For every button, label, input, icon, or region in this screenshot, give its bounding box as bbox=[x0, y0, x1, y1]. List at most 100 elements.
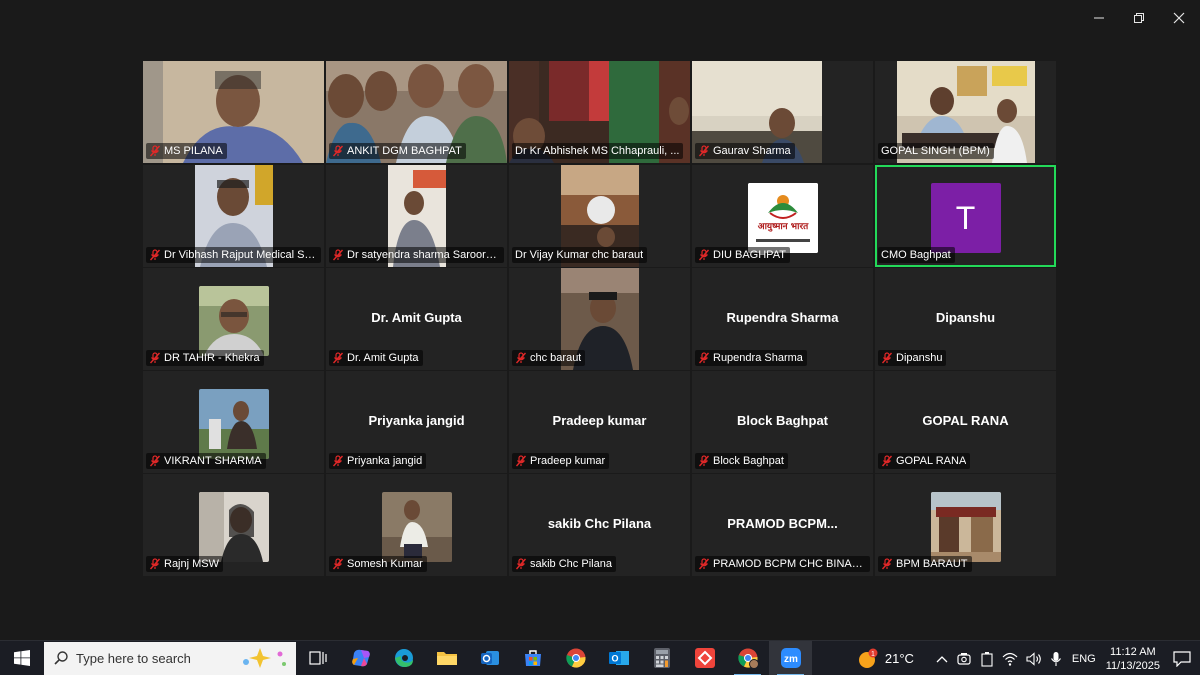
participant-photo-image bbox=[198, 492, 269, 562]
participant-tile[interactable]: Priyanka jangid Priyanka jangid bbox=[326, 371, 507, 473]
weather-temperature: 21°C bbox=[884, 651, 914, 666]
participant-tile[interactable]: Dipanshu Dipanshu bbox=[875, 268, 1056, 370]
participant-display-name: Priyanka jangid bbox=[368, 413, 465, 428]
outlook-button[interactable]: O bbox=[597, 641, 640, 675]
participant-tile[interactable]: Block Baghpat Block Baghpat bbox=[692, 371, 873, 473]
muted-mic-icon bbox=[149, 352, 161, 364]
file-explorer-button[interactable] bbox=[425, 641, 468, 675]
battery-button[interactable] bbox=[976, 641, 998, 675]
participant-name-tag: Somesh Kumar bbox=[329, 556, 427, 572]
participant-name-tag: Dipanshu bbox=[878, 350, 947, 366]
participant-tile[interactable]: Dr Kr Abhishek MS Chhaprauli, ... bbox=[509, 61, 690, 163]
participant-tile[interactable]: ANKIT DGM BAGHPAT bbox=[326, 61, 507, 163]
participant-name: Dipanshu bbox=[896, 352, 943, 364]
task-view-button[interactable] bbox=[296, 641, 339, 675]
participant-photo bbox=[930, 492, 1001, 562]
participant-name-tag: Rajnj MSW bbox=[146, 556, 224, 572]
muted-mic-icon bbox=[149, 249, 161, 261]
zoom-icon: zm bbox=[780, 648, 801, 668]
muted-mic-icon bbox=[332, 249, 344, 261]
task-view-icon bbox=[308, 651, 327, 665]
participant-name-tag: CMO Baghpat bbox=[878, 247, 955, 263]
outlook-new-button[interactable] bbox=[468, 641, 511, 675]
minimize-icon bbox=[1094, 17, 1104, 19]
muted-mic-icon bbox=[515, 352, 527, 364]
weather-widget[interactable]: 1 21°C bbox=[853, 641, 918, 675]
language-indicator[interactable]: ENG bbox=[1066, 641, 1102, 675]
chrome-button[interactable] bbox=[554, 641, 597, 675]
participant-name: Somesh Kumar bbox=[347, 558, 423, 570]
participant-tile[interactable]: Rupendra Sharma Rupendra Sharma bbox=[692, 268, 873, 370]
participant-tile[interactable]: Pradeep kumar Pradeep kumar bbox=[509, 371, 690, 473]
chevron-up-icon bbox=[936, 655, 948, 662]
participant-tile[interactable]: BPM BARAUT bbox=[875, 474, 1056, 576]
participant-tile[interactable]: GOPAL SINGH (BPM) bbox=[875, 61, 1056, 163]
clock[interactable]: 11:12 AM 11/13/2025 bbox=[1102, 641, 1164, 675]
chrome-profile-icon bbox=[737, 648, 759, 669]
participant-tile[interactable]: Dr Vibhash Rajput Medical Supe... bbox=[143, 165, 324, 267]
store-icon bbox=[524, 650, 541, 666]
participant-tile[interactable]: Somesh Kumar bbox=[326, 474, 507, 576]
participant-display-name: GOPAL RANA bbox=[922, 413, 1009, 428]
speaker-icon bbox=[1026, 651, 1041, 666]
meet-now-button[interactable] bbox=[952, 641, 976, 675]
anydesk-icon bbox=[694, 648, 715, 668]
gallery-view: MS PILANA ANKIT DGM BAGHPAT Dr Kr Abhish… bbox=[143, 61, 1057, 577]
microsoft-store-button[interactable] bbox=[511, 641, 554, 675]
participant-photo bbox=[198, 286, 269, 356]
participant-name: Rupendra Sharma bbox=[713, 352, 803, 364]
participant-name: Dr Vibhash Rajput Medical Supe... bbox=[164, 249, 317, 261]
zoom-button[interactable]: zm bbox=[769, 640, 812, 675]
start-button[interactable] bbox=[0, 641, 44, 675]
participant-name: DR TAHIR - Khekra bbox=[164, 352, 260, 364]
search-icon bbox=[54, 651, 68, 665]
search-input[interactable] bbox=[76, 650, 226, 666]
calculator-button[interactable] bbox=[640, 641, 683, 675]
participant-display-name: Block Baghpat bbox=[736, 413, 828, 428]
calculator-icon bbox=[653, 648, 670, 668]
participant-tile[interactable]: PRAMOD BCPM... PRAMOD BCPM CHC BINAULI bbox=[692, 474, 873, 576]
anydesk-button[interactable] bbox=[683, 641, 726, 675]
participant-tile-active-speaker[interactable]: T CMO Baghpat bbox=[875, 165, 1056, 267]
participant-display-name: Dipanshu bbox=[935, 310, 996, 325]
muted-mic-icon bbox=[149, 558, 161, 570]
participant-tile[interactable]: Dr Vijay Kumar chc baraut bbox=[509, 165, 690, 267]
participant-tile[interactable]: Gaurav Sharma bbox=[692, 61, 873, 163]
close-button[interactable] bbox=[1156, 0, 1200, 36]
participant-tile[interactable]: आयुष्मान भारत DIU BAGHPAT bbox=[692, 165, 873, 267]
participant-name: VIKRANT SHARMA bbox=[164, 455, 262, 467]
participant-name: chc baraut bbox=[530, 352, 582, 364]
participant-tile[interactable]: Rajnj MSW bbox=[143, 474, 324, 576]
participant-name: MS PILANA bbox=[164, 145, 223, 157]
participant-name-tag: sakib Chc Pilana bbox=[512, 556, 616, 572]
participant-name-tag: Dr satyendra sharma Saroorp... bbox=[329, 247, 504, 263]
edge-button[interactable] bbox=[382, 641, 425, 675]
participant-tile[interactable]: VIKRANT SHARMA bbox=[143, 371, 324, 473]
clock-date: 11/13/2025 bbox=[1105, 659, 1160, 672]
participant-tile[interactable]: MS PILANA bbox=[143, 61, 324, 163]
participant-tile[interactable]: Dr. Amit Gupta Dr. Amit Gupta bbox=[326, 268, 507, 370]
chrome-profile-button[interactable] bbox=[726, 641, 769, 675]
muted-mic-icon bbox=[698, 558, 710, 570]
notifications-button[interactable] bbox=[1164, 641, 1200, 675]
taskbar-search[interactable] bbox=[44, 641, 296, 675]
participant-name: Pradeep kumar bbox=[530, 455, 606, 467]
participant-photo-image bbox=[198, 389, 269, 459]
participant-tile[interactable]: DR TAHIR - Khekra bbox=[143, 268, 324, 370]
edge-icon bbox=[394, 649, 413, 667]
participant-name-tag: Rupendra Sharma bbox=[695, 350, 807, 366]
volume-button[interactable] bbox=[1022, 641, 1046, 675]
show-hidden-icons-button[interactable] bbox=[932, 641, 952, 675]
participant-tile[interactable]: chc baraut bbox=[509, 268, 690, 370]
participant-name-tag: Gaurav Sharma bbox=[695, 143, 795, 159]
participant-tile[interactable]: GOPAL RANA GOPAL RANA bbox=[875, 371, 1056, 473]
participant-name: Dr satyendra sharma Saroorp... bbox=[347, 249, 500, 261]
muted-mic-icon bbox=[149, 455, 161, 467]
microphone-button[interactable] bbox=[1046, 641, 1066, 675]
participant-tile[interactable]: Dr satyendra sharma Saroorp... bbox=[326, 165, 507, 267]
muted-mic-icon bbox=[149, 145, 161, 157]
participant-tile[interactable]: sakib Chc Pilana sakib Chc Pilana bbox=[509, 474, 690, 576]
participant-name: Dr. Amit Gupta bbox=[347, 352, 419, 364]
copilot-button[interactable] bbox=[339, 641, 382, 675]
network-button[interactable] bbox=[998, 641, 1022, 675]
